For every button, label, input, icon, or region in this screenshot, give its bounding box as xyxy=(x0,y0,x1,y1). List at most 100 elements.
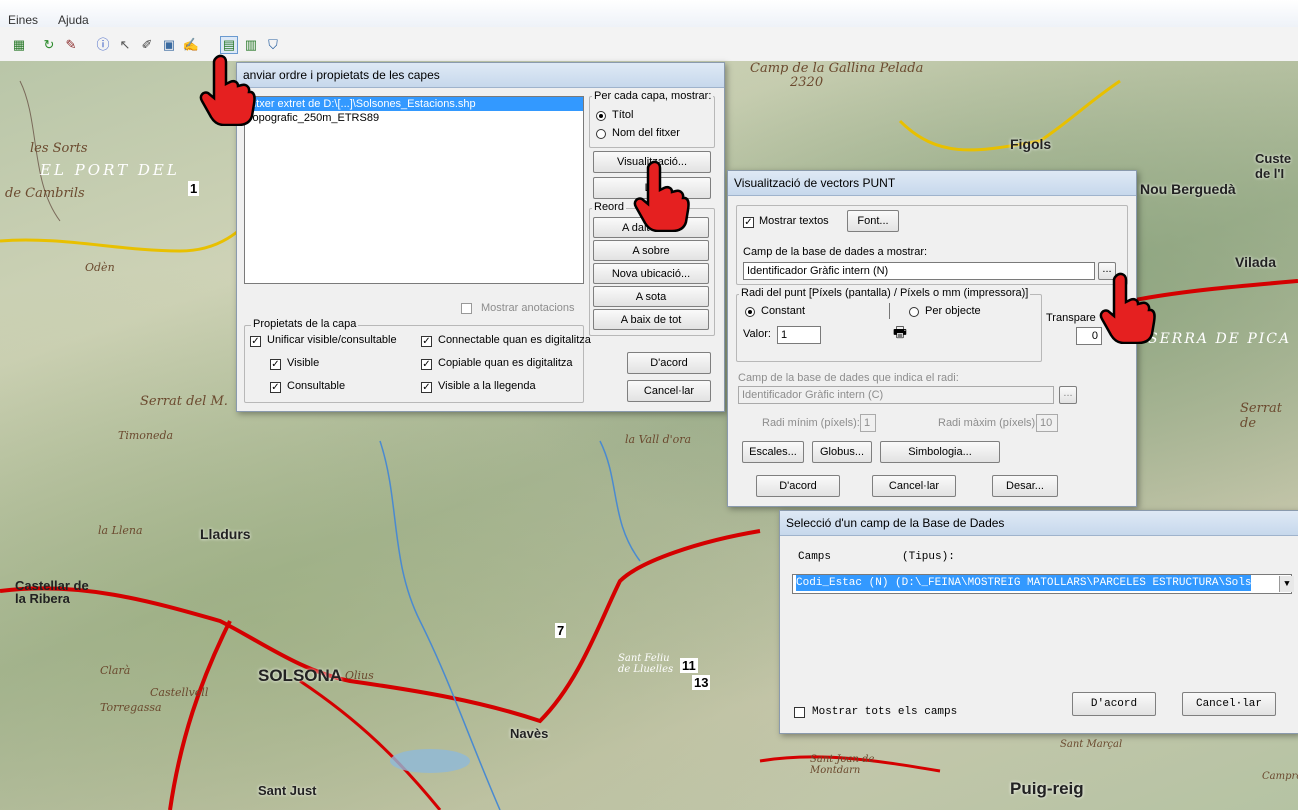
field-input[interactable]: Identificador Gràfic intern (N) xyxy=(743,262,1095,280)
queryable-checkbox[interactable]: ✓ xyxy=(270,382,281,393)
layer-item-selected[interactable]: Fitxer extret de D:\[...]\Solsones_Estac… xyxy=(245,97,583,111)
radius-max-input[interactable]: 10 xyxy=(1036,414,1058,432)
map-label: SERRA DE PICA xyxy=(1148,331,1292,347)
map-label: Navès xyxy=(510,726,549,741)
visible-label: Visible xyxy=(287,357,320,369)
map-label: Serrat del M. xyxy=(140,394,228,409)
map-label: Sant Just xyxy=(258,783,317,798)
edit-icon[interactable]: ✍ xyxy=(182,36,200,54)
hand-pointer-icon xyxy=(633,160,690,232)
cancel-button[interactable]: Cancel·lar xyxy=(627,380,711,402)
radio-nom-fitxer-label: Nom del fitxer xyxy=(612,127,680,139)
field-select[interactable]: Codi_Estac (N) (D:\_FEINA\MOSTREIG MATOL… xyxy=(792,574,1292,594)
radius-field-label: Camp de la base de dades que indica el r… xyxy=(738,372,959,384)
draw-icon[interactable]: ✐ xyxy=(138,36,156,54)
map-label: SOLSONA xyxy=(258,666,343,685)
radius-field-input[interactable]: Identificador Gràfic intern (C) xyxy=(738,386,1054,404)
layer-order-icon[interactable]: ▤ xyxy=(220,36,238,54)
map-label: Odèn xyxy=(85,261,115,274)
map-label: Custe de l'I xyxy=(1255,151,1292,181)
radius-min-input[interactable]: 1 xyxy=(860,414,876,432)
text-display-group: ✓ Mostrar textos Font... Camp de la base… xyxy=(736,205,1128,285)
radio-nom-fitxer[interactable] xyxy=(596,129,606,139)
map-label: la Llena xyxy=(98,524,143,537)
map-label: Serrat de xyxy=(1240,401,1283,431)
show-annotations-checkbox[interactable] xyxy=(461,303,472,314)
move-up-button[interactable]: A sobre xyxy=(593,240,709,261)
radio-per-objecte-label: Per objecte xyxy=(925,305,981,317)
value-input[interactable]: 1 xyxy=(777,326,821,344)
map-label: Torregassa xyxy=(100,701,162,714)
show-group: Per cada capa, mostrar: Títol Nom del fi… xyxy=(589,90,715,148)
show-all-checkbox[interactable] xyxy=(794,707,805,718)
map-label: de Cambrils xyxy=(5,186,85,201)
map-label: Clarà xyxy=(100,664,131,677)
copyable-checkbox[interactable]: ✓ xyxy=(421,359,432,370)
cancel-button[interactable]: Cancel·lar xyxy=(1182,692,1276,716)
ok-button[interactable]: D'acord xyxy=(627,352,711,374)
ok-button[interactable]: D'acord xyxy=(1072,692,1156,716)
radio-constant[interactable] xyxy=(745,307,755,317)
hand-pointer-icon xyxy=(199,54,256,126)
radius-group-caption: Radi del punt [Píxels (pantalla) / Píxel… xyxy=(739,287,1031,299)
new-location-button[interactable]: Nova ubicació... xyxy=(593,263,709,284)
layers-list[interactable]: Fitxer extret de D:\[...]\Solsones_Estac… xyxy=(244,96,584,284)
radio-titol-label: Títol xyxy=(612,109,634,121)
map-label: Sant Feliu de Lluelles xyxy=(618,653,674,675)
layers-icon[interactable]: ▦ xyxy=(10,36,28,54)
ok-button[interactable]: D'acord xyxy=(756,475,840,497)
save-button[interactable]: Desar... xyxy=(992,475,1058,497)
show-texts-checkbox[interactable]: ✓ xyxy=(743,217,754,228)
map-label: EL PORT DEL xyxy=(40,161,180,179)
move-down-button[interactable]: A sota xyxy=(593,286,709,307)
connectable-label: Connectable quan es digitalitza xyxy=(438,334,591,346)
refresh-icon[interactable]: ↻ xyxy=(40,36,58,54)
radio-titol[interactable] xyxy=(596,111,606,121)
value-label: Valor: xyxy=(743,328,771,340)
camps-header: Camps xyxy=(798,551,832,563)
radio-constant-label: Constant xyxy=(761,305,806,317)
map-label: Olius xyxy=(345,669,374,682)
copyable-label: Copiable quan es digitalitza xyxy=(438,357,573,369)
table-icon[interactable]: ▥ xyxy=(242,36,260,54)
visible-checkbox[interactable]: ✓ xyxy=(270,359,281,370)
layer-item[interactable]: Topografic_250m_ETRS89 xyxy=(245,111,583,125)
hand-pointer-icon xyxy=(1099,272,1156,344)
cancel-button[interactable]: Cancel·lar xyxy=(872,475,956,497)
symbology-button[interactable]: Simbologia... xyxy=(880,441,1000,463)
move-bottom-button[interactable]: A baix de tot xyxy=(593,309,709,330)
unify-checkbox[interactable]: ✓ xyxy=(250,336,261,347)
info-icon[interactable]: ⓘ xyxy=(94,36,112,54)
radius-max-label: Radi màxim (píxels): xyxy=(938,417,1039,429)
map-label: Camprodon xyxy=(1262,771,1298,782)
radius-browse-button[interactable]: ... xyxy=(1059,386,1077,404)
globus-button[interactable]: Globus... xyxy=(812,441,872,463)
pointer-icon[interactable]: ↖ xyxy=(116,36,134,54)
layers-dialog: anviar ordre i propietats de les capes F… xyxy=(236,62,725,412)
font-button[interactable]: Font... xyxy=(847,210,899,232)
legend-visible-label: Visible a la llegenda xyxy=(438,380,536,392)
connectable-checkbox[interactable]: ✓ xyxy=(421,336,432,347)
chevron-down-icon[interactable]: ▼ xyxy=(1279,576,1294,592)
station-label: 11 xyxy=(680,658,698,673)
divider xyxy=(889,303,890,319)
menu-bar: Eines Ajuda xyxy=(0,0,1298,28)
radio-per-objecte[interactable] xyxy=(909,307,919,317)
map-label: les Sorts xyxy=(30,141,88,156)
dialog-title: Selecció d'un camp de la Base de Dades xyxy=(780,511,1298,536)
map-label: Camp de la Gallina Pelada xyxy=(750,61,924,76)
image-icon[interactable]: ▣ xyxy=(160,36,178,54)
menu-item-ajuda[interactable]: Ajuda xyxy=(58,13,89,27)
map-label: Puig-reig xyxy=(1010,779,1084,798)
radius-min-label: Radi mínim (píxels): xyxy=(762,417,860,429)
filter-icon[interactable]: ⛉ xyxy=(264,36,282,54)
map-label: Castellar de la Ribera xyxy=(15,578,89,606)
legend-visible-checkbox[interactable]: ✓ xyxy=(421,382,432,393)
props-group-caption: Propietats de la capa xyxy=(251,318,359,330)
scales-button[interactable]: Escales... xyxy=(742,441,804,463)
menu-item-eines[interactable]: Eines xyxy=(8,13,38,27)
printer-icon[interactable]: 🖶 xyxy=(889,323,911,343)
map-label: Castellvell xyxy=(150,686,209,699)
map-label: Vilada xyxy=(1235,254,1276,270)
tools-icon[interactable]: ✎ xyxy=(62,36,80,54)
